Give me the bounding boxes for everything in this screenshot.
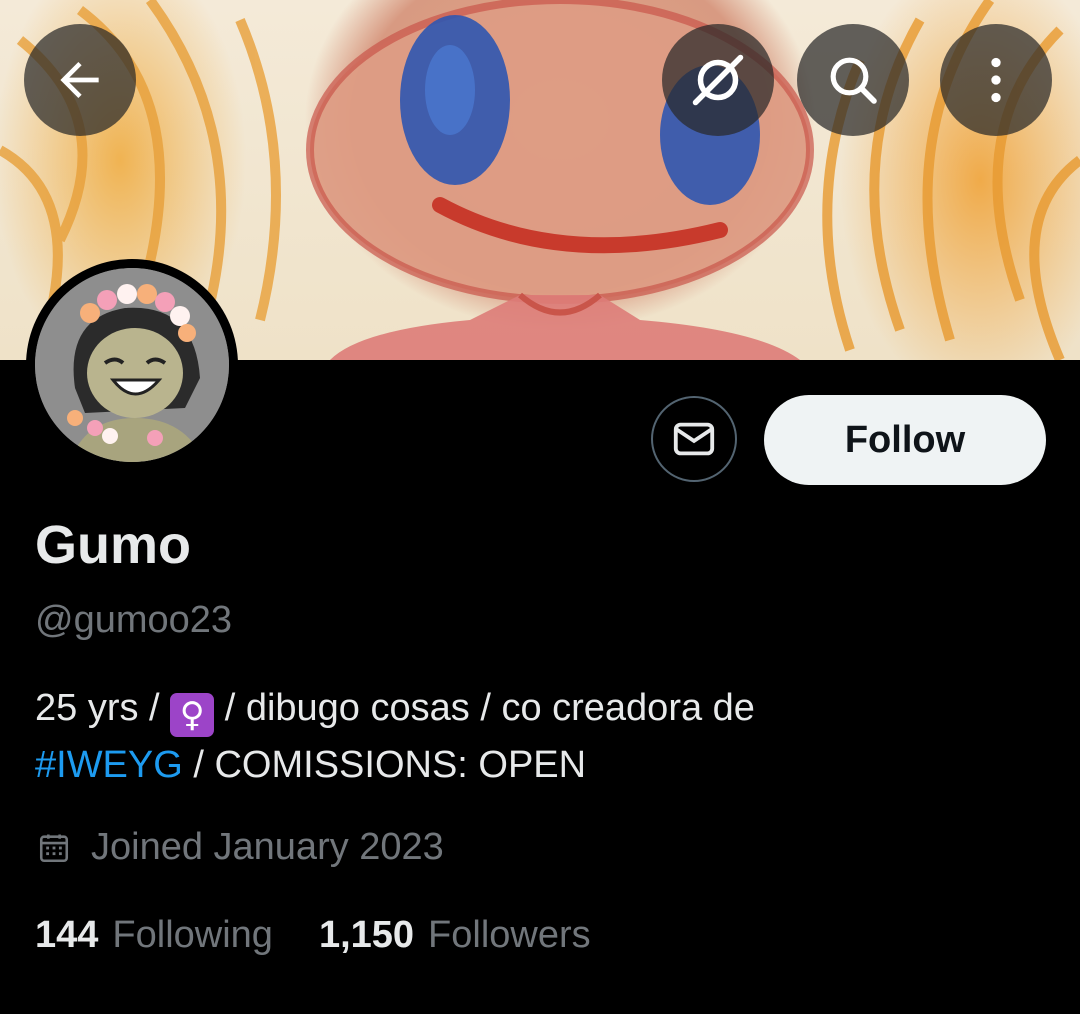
envelope-icon bbox=[673, 422, 715, 456]
grok-button[interactable] bbox=[662, 24, 774, 136]
bio-text: / COMISSIONS: OPEN bbox=[182, 744, 587, 786]
calendar-icon bbox=[39, 834, 69, 862]
follow-button[interactable]: Follow bbox=[764, 395, 1046, 485]
joined-text: Joined January 2023 bbox=[91, 826, 444, 868]
avatar-image bbox=[35, 268, 229, 462]
followers-link[interactable]: 1,150 Followers bbox=[319, 914, 591, 957]
following-label: Following bbox=[112, 914, 273, 956]
followers-count: 1,150 bbox=[318, 914, 415, 956]
handle: @gumoo23 bbox=[35, 599, 233, 641]
search-button[interactable] bbox=[797, 24, 909, 136]
more-button[interactable] bbox=[940, 24, 1052, 136]
joined-date: Joined January 2023 bbox=[37, 826, 444, 869]
search-icon bbox=[830, 57, 877, 104]
bio-text: 25 yrs / bbox=[35, 687, 171, 729]
display-name: Gumo bbox=[35, 515, 191, 575]
more-vertical-icon bbox=[991, 57, 1001, 103]
bio: 25 yrs / ♀ / dibugo cosas / co creadora … bbox=[35, 680, 1045, 794]
followers-label: Followers bbox=[428, 914, 591, 956]
arrow-left-icon bbox=[60, 62, 99, 98]
bio-text: / dibugo cosas / co creadora de bbox=[214, 687, 755, 729]
hashtag-link[interactable]: #IWEYG bbox=[35, 744, 183, 786]
female-sign-emoji: ♀ bbox=[170, 693, 215, 737]
profile-avatar[interactable] bbox=[26, 259, 238, 471]
following-count: 144 bbox=[35, 914, 99, 956]
message-button[interactable] bbox=[651, 396, 737, 482]
back-button[interactable] bbox=[24, 24, 136, 136]
grok-icon bbox=[692, 54, 744, 106]
following-link[interactable]: 144 Following bbox=[35, 914, 273, 957]
follow-stats: 144 Following 1,150 Followers bbox=[35, 914, 637, 957]
